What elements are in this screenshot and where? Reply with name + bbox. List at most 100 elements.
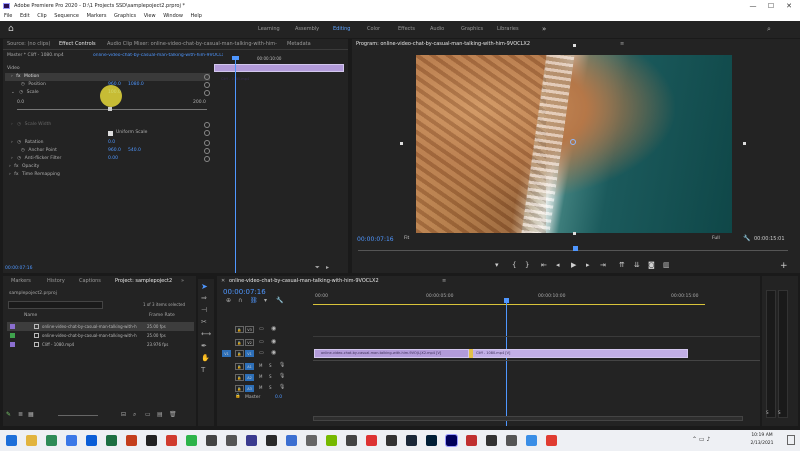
antiflicker-value[interactable]: 0.00	[108, 155, 118, 163]
lift-button[interactable]: ⇈	[619, 261, 625, 269]
filter-icon[interactable]: ⏷	[315, 264, 320, 272]
stopwatch-icon[interactable]: ◷	[5, 148, 25, 153]
app-icon[interactable]	[146, 435, 157, 446]
extract-button[interactable]: ⇊	[634, 261, 640, 269]
tab-audio-clip-mixer[interactable]: Audio Clip Mixer: online-video-chat-by-c…	[107, 39, 277, 49]
microphone-icon[interactable]: 🎙	[279, 373, 285, 379]
nvidia-icon[interactable]	[326, 435, 337, 446]
tab-source[interactable]: Source: (no clips)	[7, 39, 50, 49]
eye-icon[interactable]: ◉	[271, 338, 276, 345]
slip-tool-icon[interactable]: ⟷	[201, 330, 211, 338]
timeline-menu-icon[interactable]: ≡	[442, 276, 446, 286]
linked-selection-icon[interactable]: ⛓	[250, 297, 258, 304]
transform-handle-left[interactable]	[400, 142, 403, 145]
clip-edit-point[interactable]	[469, 349, 473, 358]
menu-markers[interactable]: Markers	[87, 13, 107, 19]
sync-lock-icon[interactable]: ▭	[259, 350, 264, 356]
workspace-color[interactable]: Color	[367, 21, 380, 38]
ec-playhead[interactable]	[235, 58, 236, 273]
scale-slider-thumb[interactable]	[108, 107, 112, 111]
premiere-icon[interactable]	[445, 434, 458, 447]
app-icon[interactable]	[526, 435, 537, 446]
app-icon[interactable]	[546, 435, 557, 446]
reset-icon[interactable]	[204, 74, 210, 80]
track-label-a1[interactable]: A1	[245, 363, 254, 370]
icon-view-icon[interactable]: ▦	[28, 411, 34, 418]
mute-button[interactable]: M	[259, 385, 262, 390]
app-icon[interactable]	[246, 435, 257, 446]
eye-icon[interactable]: ◉	[271, 325, 276, 332]
master-clip-label[interactable]: Master * Cliff - 1080.mp4	[7, 53, 64, 58]
step-forward-button[interactable]: ▸	[586, 261, 590, 269]
pen-tool-icon[interactable]: ✒	[201, 342, 207, 350]
track-label-a3[interactable]: A3	[245, 385, 254, 392]
settings-icon[interactable]: 🔧	[743, 235, 750, 242]
type-tool-icon[interactable]: T	[201, 366, 205, 374]
play-audio-icon[interactable]: ▸	[326, 264, 329, 271]
transform-handle-top[interactable]	[573, 44, 576, 47]
opacity-row[interactable]: › fx Opacity	[5, 163, 210, 171]
track-label-a2[interactable]: A2	[245, 374, 254, 381]
tab-program[interactable]: Program: online-video-chat-by-casual-man…	[356, 39, 530, 49]
reset-icon[interactable]	[204, 130, 210, 136]
timeline-clip-main[interactable]: online-video-chat-by-casual-man-talking-…	[314, 349, 469, 358]
trash-icon[interactable]: 🗑	[169, 411, 177, 418]
list-item[interactable]: online-video-chat-by-casual-man-talking-…	[7, 331, 194, 340]
sequence-clip-label[interactable]: online-video-chat-by-casual-man-talking-…	[93, 53, 223, 58]
chrome-icon[interactable]	[46, 435, 57, 446]
app-icon[interactable]	[466, 435, 477, 446]
go-to-in-button[interactable]: ⇤	[541, 261, 547, 269]
workspace-libraries[interactable]: Libraries	[497, 21, 519, 38]
edge-icon[interactable]	[66, 435, 77, 446]
menu-clip[interactable]: Clip	[37, 13, 46, 19]
system-tray-icons[interactable]: ⌃ ▭ ♪	[692, 436, 710, 443]
playback-resolution-dropdown[interactable]: Full	[712, 236, 720, 241]
timeline-settings-icon[interactable]: 🔧	[276, 297, 283, 304]
start-icon[interactable]	[6, 435, 17, 446]
search-icon[interactable]: ⌕	[767, 21, 771, 38]
list-item[interactable]: online-video-chat-by-casual-man-talking-…	[7, 322, 194, 331]
tab-sequence[interactable]: online-video-chat-by-casual-man-talking-…	[229, 276, 439, 286]
scale-slider[interactable]	[17, 109, 207, 110]
clock[interactable]: 10:19 AM 2/13/2021	[742, 432, 782, 448]
horizontal-scrollbar[interactable]	[313, 416, 743, 421]
solo-left-button[interactable]: S	[766, 410, 769, 415]
tab-project[interactable]: Project: samplepoject2	[115, 276, 172, 286]
timeline-playhead[interactable]	[506, 302, 507, 426]
program-timecode[interactable]: 00:00:07:16	[357, 236, 394, 243]
menu-sequence[interactable]: Sequence	[54, 13, 79, 19]
mark-out-button[interactable]: }	[525, 261, 529, 269]
hand-tool-icon[interactable]: ✋	[201, 354, 210, 362]
close-sequence-icon[interactable]: ✕	[221, 276, 225, 286]
add-marker-button[interactable]: ▾	[495, 261, 499, 269]
tab-metadata[interactable]: Metadata	[287, 39, 311, 49]
menu-file[interactable]: File	[4, 13, 12, 19]
app-icon[interactable]	[186, 435, 197, 446]
workspace-more-button[interactable]: »	[542, 21, 546, 38]
app-icon[interactable]	[366, 435, 377, 446]
app-icon[interactable]	[266, 435, 277, 446]
export-frame-icon[interactable]: ◙	[648, 261, 655, 269]
workspace-graphics[interactable]: Graphics	[461, 21, 483, 38]
ripple-edit-tool-icon[interactable]: ⊣	[201, 306, 207, 314]
workspace-assembly[interactable]: Assembly	[295, 21, 319, 38]
minimize-button[interactable]: —	[744, 0, 762, 12]
track-label-v1[interactable]: V1	[245, 350, 254, 357]
sync-lock-icon[interactable]: ▭	[259, 339, 264, 345]
menu-help[interactable]: Help	[191, 13, 202, 19]
list-item[interactable]: Cliff - 1080.mp4 23.976 fps	[7, 340, 194, 349]
transform-handle-right[interactable]	[743, 142, 746, 145]
photoshop-icon[interactable]	[426, 435, 437, 446]
new-bin-icon[interactable]: ▭	[145, 411, 151, 418]
position-y-value[interactable]: 1080.0	[128, 81, 144, 89]
lock-icon[interactable]: 🔒	[235, 363, 244, 370]
write-icon[interactable]: ✎	[6, 411, 11, 418]
col-frame-rate[interactable]: Frame Rate	[149, 313, 175, 318]
workspace-editing[interactable]: Editing	[333, 21, 350, 38]
steam-icon[interactable]	[406, 435, 417, 446]
microphone-icon[interactable]: 🎙	[279, 384, 285, 390]
excel-icon[interactable]	[106, 435, 117, 446]
app-icon[interactable]	[386, 435, 397, 446]
mark-in-button[interactable]: {	[512, 261, 516, 269]
stopwatch-icon[interactable]: ◷	[16, 90, 23, 95]
